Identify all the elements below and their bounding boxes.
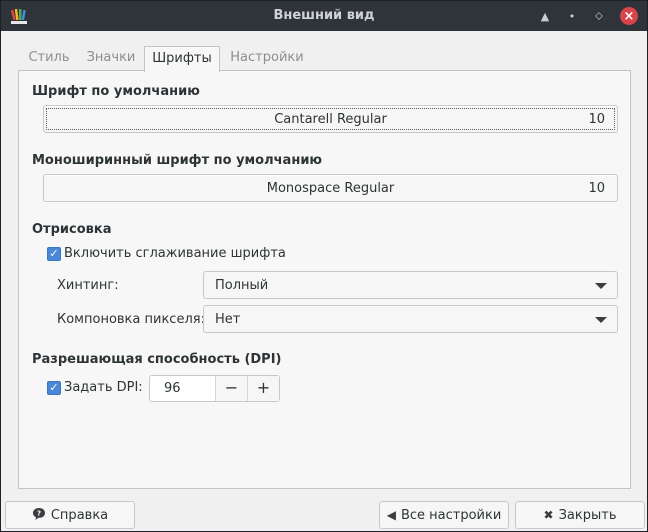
dpi-increment-button[interactable]: +: [247, 376, 279, 401]
hinting-value: Полный: [215, 278, 269, 293]
mono-font-name: Monospace Regular: [266, 181, 395, 196]
hinting-dropdown[interactable]: Полный: [203, 271, 618, 299]
title-bar[interactable]: Внешний вид ▲ • ⬦ ×: [1, 1, 647, 31]
mono-font-button[interactable]: Monospace Regular 10: [43, 174, 618, 202]
close-button[interactable]: ✖ Закрыть: [515, 501, 645, 529]
tab-icons[interactable]: Значки: [80, 46, 142, 71]
hinting-label: Хинтинг:: [57, 278, 119, 293]
rendering-heading: Отрисовка: [32, 222, 112, 237]
default-font-name: Cantarell Regular: [274, 112, 387, 127]
mono-font-heading: Моноширинный шрифт по умолчанию: [32, 153, 323, 168]
appearance-window: Внешний вид ▲ • ⬦ × Стиль Значки Шрифты …: [0, 0, 648, 532]
chevron-down-icon: [595, 317, 607, 323]
all-settings-label: Все настройки: [400, 507, 502, 523]
close-label: Закрыть: [558, 507, 617, 523]
restore-icon[interactable]: ⬦: [590, 7, 608, 25]
svg-text:?: ?: [37, 509, 41, 517]
help-icon: ?: [32, 507, 46, 524]
dpi-value[interactable]: 96: [164, 381, 181, 396]
dpi-heading: Разрешающая способность (DPI): [32, 352, 282, 367]
minimize-icon[interactable]: ▲: [536, 7, 554, 25]
dpi-checkbox[interactable]: ✓: [47, 381, 61, 395]
tab-style[interactable]: Стиль: [18, 46, 80, 71]
checkmark-icon: ✓: [49, 381, 59, 394]
subpixel-dropdown[interactable]: Нет: [203, 305, 618, 333]
subpixel-label: Компоновка пикселя:: [57, 312, 205, 327]
all-settings-button[interactable]: ◀ Все настройки: [379, 501, 509, 529]
maximize-icon[interactable]: •: [563, 7, 581, 25]
checkmark-icon: ✓: [49, 247, 59, 260]
dpi-label[interactable]: Задать DPI:: [64, 380, 143, 395]
dpi-spinbutton[interactable]: 96 − +: [149, 375, 280, 402]
help-button[interactable]: ? Справка: [5, 501, 135, 529]
close-window-icon[interactable]: ×: [620, 7, 638, 25]
default-font-button[interactable]: Cantarell Regular 10: [43, 105, 618, 133]
arrow-left-icon: ◀: [386, 508, 396, 522]
chevron-down-icon: [595, 283, 607, 289]
subpixel-value: Нет: [215, 312, 241, 327]
close-icon: ✖: [543, 508, 554, 522]
default-font-size: 10: [588, 112, 605, 127]
antialias-label[interactable]: Включить сглаживание шрифта: [64, 246, 286, 261]
tab-settings[interactable]: Настройки: [222, 46, 312, 71]
help-label: Справка: [50, 507, 109, 523]
default-font-heading: Шрифт по умолчанию: [32, 84, 200, 99]
mono-font-size: 10: [588, 181, 605, 196]
antialias-checkbox[interactable]: ✓: [47, 247, 61, 261]
tab-fonts[interactable]: Шрифты: [144, 46, 220, 72]
dpi-decrement-button[interactable]: −: [215, 376, 247, 401]
